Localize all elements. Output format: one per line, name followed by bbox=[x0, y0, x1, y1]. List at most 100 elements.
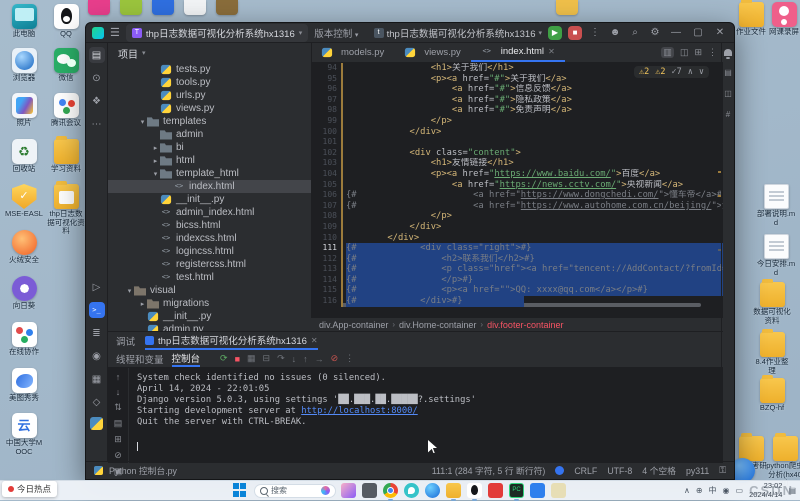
mute-breakpoints-icon[interactable]: ⊟ bbox=[263, 353, 271, 364]
view-breakpoints-icon[interactable]: ▦ bbox=[247, 353, 256, 364]
debug-tab-线程和变量[interactable]: 线程和变量 bbox=[116, 352, 164, 366]
taskbar-app-explorer[interactable] bbox=[446, 483, 461, 498]
code-line-103[interactable]: 103 <h1>友情链接</h1> bbox=[311, 158, 723, 169]
tree-item-migrations[interactable]: ▸migrations bbox=[108, 297, 311, 310]
statusbar-file[interactable]: Python 控制台.py bbox=[109, 464, 177, 477]
tree-item-__init__.py[interactable]: __init__.py bbox=[108, 193, 311, 206]
code-line-112[interactable]: 112{# <h2>联系我们</h2>#} bbox=[311, 254, 723, 265]
taskbar-app-dimapp[interactable] bbox=[551, 483, 566, 498]
taskbar-app-pycharm[interactable] bbox=[509, 483, 524, 498]
tree-item-admin.py[interactable]: admin.py bbox=[108, 323, 311, 331]
editor-layout-icon[interactable]: ◫ bbox=[680, 47, 689, 58]
vcs-widget[interactable]: 版本控制 ▾ bbox=[314, 26, 358, 40]
settings-gear-icon[interactable]: ⚙ bbox=[648, 27, 662, 38]
code-line-109[interactable]: 109 </div> bbox=[311, 222, 723, 233]
hotspot-news-popup[interactable]: 今日热点 bbox=[2, 481, 57, 497]
code-line-99[interactable]: 99 </p> bbox=[311, 116, 723, 127]
step-into-icon[interactable]: ↓ bbox=[292, 354, 297, 364]
desktop-icon-QQ[interactable]: QQ bbox=[46, 4, 86, 39]
code-line-101[interactable]: 101 bbox=[311, 137, 723, 148]
code-line-98[interactable]: 98 <a href="#">免责声明</a> bbox=[311, 105, 723, 116]
editor-tab-models.py[interactable]: models.py bbox=[311, 43, 394, 62]
desktop-icon-今日安排.md[interactable]: 今日安排.md bbox=[756, 234, 796, 277]
debug-console[interactable]: ↑↓⇅▤⊞⊘▣ System check identified no issue… bbox=[108, 368, 723, 463]
desktop-icon-浏览器[interactable]: 浏览器 bbox=[4, 48, 44, 83]
indent-widget[interactable]: 4 个空格 bbox=[642, 464, 676, 477]
tree-item-logincss.html[interactable]: <>logincss.html bbox=[108, 245, 311, 258]
main-menu-icon[interactable]: ☰ bbox=[110, 26, 120, 39]
tree-item-test.html[interactable]: <>test.html bbox=[108, 271, 311, 284]
code-line-114[interactable]: 114{# </p>#} bbox=[311, 275, 723, 286]
run-icon[interactable]: ▷ bbox=[89, 279, 105, 295]
run-to-cursor-icon[interactable]: → bbox=[315, 354, 324, 364]
code-line-96[interactable]: 96 <a href="#">信息反馈</a> bbox=[311, 84, 723, 95]
problems-icon[interactable]: ◇ bbox=[89, 394, 105, 410]
desktop-icon-学习资料[interactable]: 学习资料 bbox=[46, 139, 86, 174]
project-widget[interactable]: T thp日志数据可视化分析系统hx1316 ▾ bbox=[126, 24, 308, 42]
interpreter-widget[interactable]: py311 bbox=[686, 466, 709, 476]
editor-layout-icon[interactable]: ⋮ bbox=[708, 47, 717, 58]
editor-tab-index.html[interactable]: <>index.html✕ bbox=[471, 43, 565, 62]
tree-item-__init__.py[interactable]: __init__.py bbox=[108, 310, 311, 323]
tree-item-admin[interactable]: admin bbox=[108, 128, 311, 141]
caret-position-widget[interactable]: 111:1 (284 字符, 5 行 断行符) bbox=[432, 464, 546, 477]
close-icon[interactable]: ✕ bbox=[548, 47, 555, 56]
lock-icon[interactable]: ⚿ bbox=[719, 465, 726, 476]
desktop-icon-网课录屏[interactable]: 网课录屏 bbox=[764, 2, 800, 37]
python-logo-icon[interactable] bbox=[90, 417, 103, 430]
taskbar-search[interactable]: 搜索 bbox=[254, 484, 336, 498]
taskbar-app-qq[interactable] bbox=[467, 483, 482, 498]
console-link[interactable]: http://localhost:8000/ bbox=[301, 406, 418, 416]
run-configuration-widget[interactable]: t thp日志数据可视化分析系统hx1316 ▾ bbox=[374, 26, 542, 40]
desktop-icon-在线协作[interactable]: 在线协作 bbox=[4, 322, 44, 357]
sort-icon[interactable]: ⇅ bbox=[114, 402, 122, 413]
desktop-icon-向日葵[interactable]: 向日葵 bbox=[4, 276, 44, 311]
desktop-icon-火绒安全[interactable]: 火绒安全 bbox=[4, 230, 44, 265]
desktop-icon-照片[interactable]: 照片 bbox=[4, 93, 44, 128]
tree-item-tools.py[interactable]: tools.py bbox=[108, 76, 311, 89]
clear-icon[interactable]: ⊘ bbox=[114, 450, 122, 461]
tool-stripe-icon[interactable]: # bbox=[726, 110, 730, 119]
maximize-button[interactable]: ▢ bbox=[690, 27, 706, 38]
code-line-100[interactable]: 100 </div> bbox=[311, 127, 723, 138]
rerun-icon[interactable]: ⟳ bbox=[220, 353, 228, 364]
tree-item-index.html[interactable]: <>index.html bbox=[108, 180, 311, 193]
desktop-icon-数据可视化资料[interactable]: 数据可视化资料 bbox=[752, 282, 792, 325]
print-icon[interactable]: ⊞ bbox=[114, 434, 122, 445]
desktop-icon-thp日志数据可视化资料[interactable]: thp日志数据可视化资料 bbox=[46, 184, 86, 236]
taskbar-app-chrome[interactable] bbox=[383, 483, 398, 498]
tree-item-tests.py[interactable]: tests.py bbox=[108, 63, 311, 76]
desktop-icon-partial[interactable] bbox=[120, 0, 142, 15]
tree-item-registercss.html[interactable]: <>registercss.html bbox=[108, 258, 311, 271]
code-line-111[interactable]: 111{# <div class="right">#} bbox=[311, 243, 723, 254]
tree-item-template_html[interactable]: ▾template_html bbox=[108, 167, 311, 180]
more-icon[interactable]: ⋯ bbox=[89, 116, 105, 132]
project-icon[interactable]: ▤ bbox=[89, 47, 105, 63]
more-icon[interactable]: ⋮ bbox=[345, 353, 354, 364]
desktop-icon-MSE-EASL[interactable]: ✓MSE-EASL bbox=[4, 184, 44, 219]
tree-item-visual[interactable]: ▾visual bbox=[108, 284, 311, 297]
tree-item-views.py[interactable]: views.py bbox=[108, 102, 311, 115]
desktop-icon-8.4作业整理[interactable]: 8.4作业整理 bbox=[752, 332, 792, 375]
tree-item-html[interactable]: ▸html bbox=[108, 154, 311, 167]
desktop-icon-partial[interactable] bbox=[184, 0, 206, 15]
taskbar-app-artist[interactable] bbox=[341, 483, 356, 498]
tree-item-templates[interactable]: ▾templates bbox=[108, 115, 311, 128]
code-line-107[interactable]: 107{# <a href="https://www.autohome.com.… bbox=[311, 201, 723, 212]
code-line-106[interactable]: 106{# <a href="https://www.dongchedi.com… bbox=[311, 190, 723, 201]
editor-layout-icon[interactable]: ⊞ bbox=[694, 47, 702, 58]
desktop-icon-腾讯会议[interactable]: 腾讯会议 bbox=[46, 93, 86, 128]
soft-wrap-icon[interactable]: ▤ bbox=[114, 418, 123, 429]
code-line-113[interactable]: 113{# <p class="href"><a href="tencent:/… bbox=[311, 264, 723, 275]
desktop-icon-partial[interactable] bbox=[556, 0, 578, 15]
step-out-icon[interactable]: ↑ bbox=[303, 354, 308, 364]
taskbar-app-voice[interactable] bbox=[404, 483, 419, 498]
network-icon[interactable]: ⊕ bbox=[696, 486, 703, 495]
tree-item-urls.py[interactable]: urls.py bbox=[108, 89, 311, 102]
desktop-icon-此电脑[interactable]: 此电脑 bbox=[4, 4, 44, 39]
stop-button[interactable]: ■ bbox=[568, 26, 582, 40]
terminal-icon[interactable]: ▦ bbox=[89, 371, 105, 387]
tool-stripe-icon[interactable]: ▤ bbox=[724, 68, 732, 77]
breadcrumb-item[interactable]: div.footer-container bbox=[487, 320, 563, 330]
debug-session-tab[interactable]: thp日志数据可视化分析系统hx1316 ✕ bbox=[145, 332, 318, 350]
